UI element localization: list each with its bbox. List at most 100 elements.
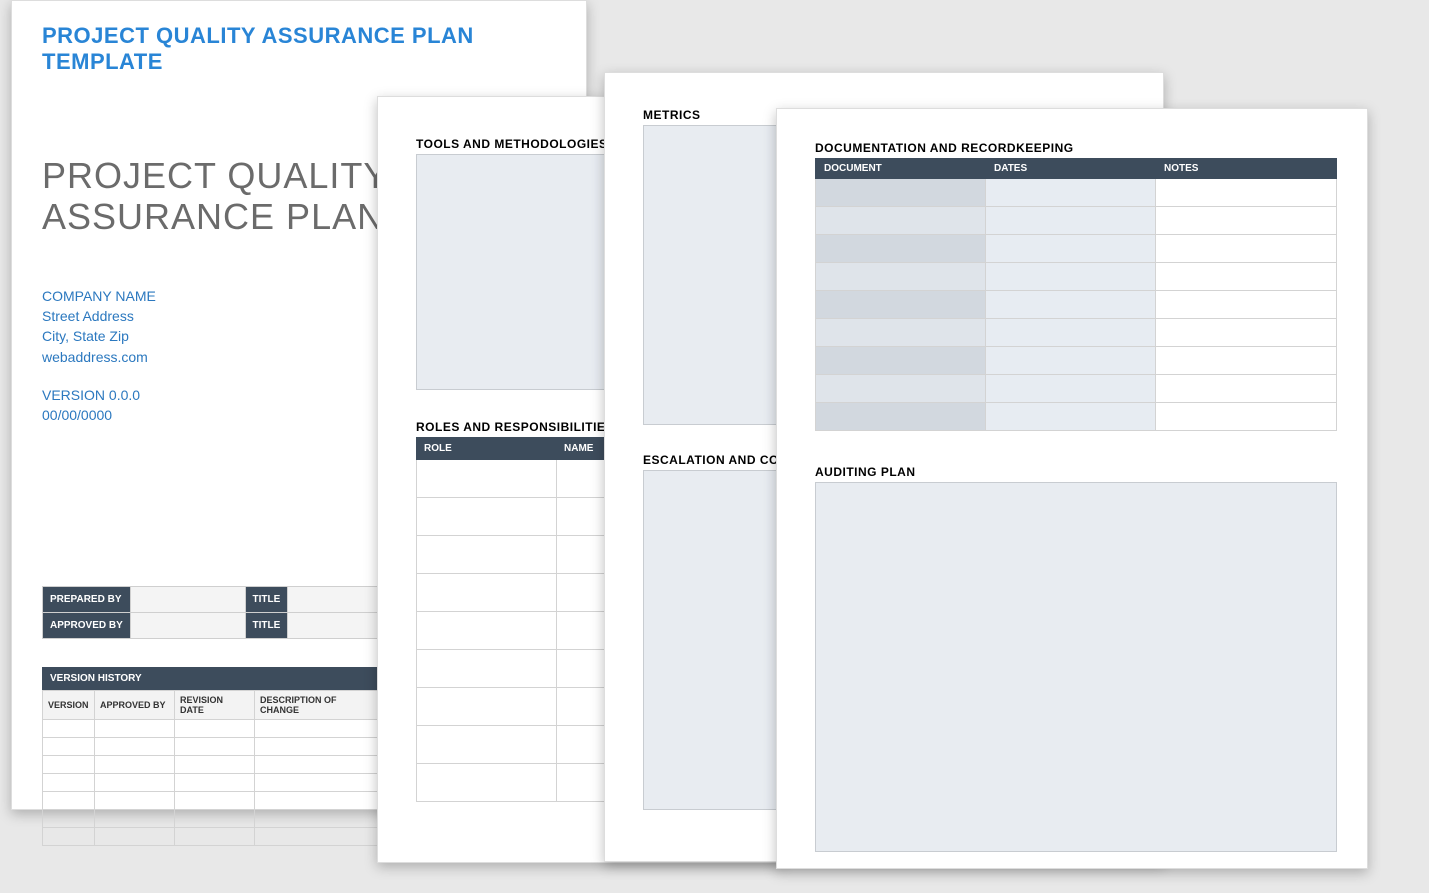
table-cell[interactable] (255, 791, 382, 809)
table-cell[interactable] (95, 755, 175, 773)
table-row (43, 827, 382, 845)
col-notes: NOTES (1156, 159, 1337, 179)
table-cell[interactable] (175, 755, 255, 773)
table-cell[interactable] (417, 460, 557, 498)
table-cell[interactable] (255, 755, 382, 773)
table-row (43, 809, 382, 827)
documentation-body (816, 179, 1337, 431)
table-row (816, 347, 1337, 375)
table-cell[interactable] (255, 773, 382, 791)
table-cell[interactable] (1156, 291, 1337, 319)
table-row: APPROVED BY TITLE (43, 612, 382, 638)
table-cell[interactable] (95, 809, 175, 827)
template-title: PROJECT QUALITY ASSURANCE PLAN TEMPLATE (42, 23, 556, 75)
table-row (816, 235, 1337, 263)
approved-by-value[interactable] (130, 612, 245, 638)
table-row (816, 319, 1337, 347)
table-cell[interactable] (1156, 263, 1337, 291)
table-cell[interactable] (43, 755, 95, 773)
prepared-by-title-value[interactable] (288, 586, 382, 612)
table-cell[interactable] (175, 827, 255, 845)
table-cell[interactable] (1156, 403, 1337, 431)
table-cell[interactable] (43, 737, 95, 755)
table-cell[interactable] (816, 403, 986, 431)
approved-by-label: APPROVED BY (43, 612, 131, 638)
table-cell[interactable] (255, 737, 382, 755)
table-cell[interactable] (43, 827, 95, 845)
table-cell[interactable] (43, 809, 95, 827)
version-history-table: VERSION APPROVED BY REVISION DATE DESCRI… (42, 690, 382, 846)
table-cell[interactable] (255, 719, 382, 737)
table-cell[interactable] (986, 263, 1156, 291)
table-row (43, 773, 382, 791)
table-row (816, 207, 1337, 235)
auditing-content-box[interactable] (815, 482, 1337, 852)
table-cell[interactable] (417, 536, 557, 574)
table-cell[interactable] (1156, 235, 1337, 263)
table-cell[interactable] (986, 347, 1156, 375)
table-cell[interactable] (175, 791, 255, 809)
table-row (43, 737, 382, 755)
table-cell[interactable] (175, 809, 255, 827)
table-cell[interactable] (1156, 347, 1337, 375)
col-role: ROLE (417, 438, 557, 460)
table-cell[interactable] (1156, 375, 1337, 403)
table-cell[interactable] (816, 263, 986, 291)
table-cell[interactable] (95, 791, 175, 809)
table-cell[interactable] (255, 809, 382, 827)
title-label: TITLE (245, 612, 288, 638)
table-cell[interactable] (175, 773, 255, 791)
version-history-body (43, 719, 382, 845)
table-cell[interactable] (43, 773, 95, 791)
prepared-by-value[interactable] (130, 586, 245, 612)
table-cell[interactable] (417, 764, 557, 802)
table-cell[interactable] (43, 791, 95, 809)
table-row (816, 179, 1337, 207)
table-cell[interactable] (175, 737, 255, 755)
table-cell[interactable] (1156, 207, 1337, 235)
auditing-heading: AUDITING PLAN (815, 465, 1337, 479)
table-cell[interactable] (417, 498, 557, 536)
table-cell[interactable] (1156, 179, 1337, 207)
table-cell[interactable] (986, 291, 1156, 319)
table-cell[interactable] (417, 726, 557, 764)
table-cell[interactable] (816, 375, 986, 403)
table-cell[interactable] (255, 827, 382, 845)
table-cell[interactable] (95, 827, 175, 845)
documentation-heading: DOCUMENTATION AND RECORDKEEPING (815, 141, 1337, 155)
table-cell[interactable] (986, 179, 1156, 207)
table-cell[interactable] (986, 207, 1156, 235)
col-description: DESCRIPTION OF CHANGE (255, 690, 382, 719)
table-cell[interactable] (986, 235, 1156, 263)
table-cell[interactable] (95, 737, 175, 755)
table-cell[interactable] (986, 403, 1156, 431)
table-cell[interactable] (816, 235, 986, 263)
col-revision-date: REVISION DATE (175, 690, 255, 719)
table-cell[interactable] (816, 291, 986, 319)
table-cell[interactable] (816, 347, 986, 375)
table-cell[interactable] (816, 179, 986, 207)
table-cell[interactable] (417, 574, 557, 612)
table-cell[interactable] (986, 319, 1156, 347)
col-version: VERSION (43, 690, 95, 719)
title-label: TITLE (245, 586, 288, 612)
table-cell[interactable] (816, 207, 986, 235)
table-cell[interactable] (417, 688, 557, 726)
table-cell[interactable] (1156, 319, 1337, 347)
table-cell[interactable] (417, 612, 557, 650)
table-cell[interactable] (95, 773, 175, 791)
table-cell[interactable] (95, 719, 175, 737)
prepared-by-label: PREPARED BY (43, 586, 131, 612)
table-row (43, 719, 382, 737)
table-cell[interactable] (417, 650, 557, 688)
table-cell[interactable] (816, 319, 986, 347)
table-cell[interactable] (43, 719, 95, 737)
table-row (816, 263, 1337, 291)
version-history-heading: VERSION HISTORY (42, 667, 382, 690)
approved-by-title-value[interactable] (288, 612, 382, 638)
table-row (816, 375, 1337, 403)
version-history-section: VERSION HISTORY VERSION APPROVED BY REVI… (42, 667, 382, 846)
table-cell[interactable] (986, 375, 1156, 403)
table-cell[interactable] (175, 719, 255, 737)
signoff-table: PREPARED BY TITLE APPROVED BY TITLE (42, 586, 382, 639)
